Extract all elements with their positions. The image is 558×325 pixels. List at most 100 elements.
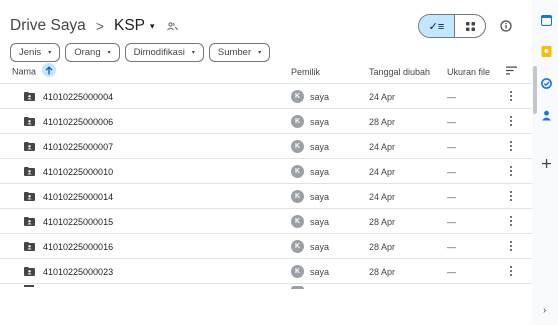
more-actions-button[interactable] — [507, 115, 515, 127]
avatar — [291, 286, 304, 289]
table-row[interactable]: 41010225000023 Ksaya 28 Apr — — [0, 259, 532, 284]
chevron-right-icon[interactable]: › — [543, 305, 546, 316]
keep-icon[interactable] — [541, 44, 552, 62]
file-list: 41010225000004 Ksaya 24 Apr —41010225000006… — [0, 84, 532, 284]
table-row[interactable]: 41010225000010 Ksaya 24 Apr — — [0, 159, 532, 184]
owner-cell: Ksaya — [291, 190, 329, 203]
breadcrumb-current-folder[interactable]: KSP — [114, 17, 145, 35]
more-actions-button[interactable] — [507, 165, 515, 177]
owner-cell: Ksaya — [291, 165, 329, 178]
add-icon[interactable] — [541, 156, 552, 174]
file-name[interactable]: 41010225000015 — [43, 217, 113, 227]
more-vert-icon — [509, 241, 513, 244]
more-vert-icon — [509, 216, 513, 219]
table-row[interactable]: 41010225000007 Ksaya 24 Apr — — [0, 134, 532, 159]
file-name[interactable]: 41010225000010 — [43, 167, 113, 177]
calendar-icon[interactable] — [540, 13, 553, 31]
name-column-header[interactable]: Nama — [12, 63, 56, 79]
file-size: — — [447, 217, 456, 227]
sort-ascending-button[interactable] — [41, 63, 56, 77]
file-name[interactable]: 41010225000006 — [43, 117, 113, 127]
more-actions-button[interactable] — [507, 215, 515, 227]
list-view-button[interactable]: ✓≡ — [419, 15, 455, 37]
file-size: — — [447, 92, 456, 102]
modified-date: 28 Apr — [369, 242, 396, 252]
chip-label: Sumber — [217, 47, 252, 58]
owner-cell: Ksaya — [291, 240, 329, 253]
modified-column-header[interactable]: Tanggal diubah — [369, 67, 430, 77]
owner-column-header[interactable]: Pemilik — [291, 67, 320, 77]
file-size: — — [447, 267, 456, 277]
avatar: K — [291, 165, 304, 178]
owner-name: saya — [310, 266, 330, 277]
file-size: — — [447, 242, 456, 252]
table-row-partial[interactable] — [0, 284, 532, 325]
avatar: K — [291, 215, 304, 228]
view-controls: ✓≡ — [418, 14, 516, 38]
modified-date: 28 Apr — [369, 267, 396, 277]
shared-folder-icon — [24, 167, 35, 178]
chip-label: Jenis — [19, 47, 42, 58]
owner-name: saya — [310, 116, 330, 127]
shared-folder-icon — [24, 142, 35, 153]
more-vert-icon — [509, 266, 513, 269]
more-vert-icon — [509, 191, 513, 194]
info-button[interactable] — [496, 16, 516, 36]
file-size: — — [447, 192, 456, 202]
chevron-down-icon: ▾ — [258, 50, 262, 56]
table-row[interactable]: 41010225000004 Ksaya 24 Apr — — [0, 84, 532, 109]
chip-label: Orang — [74, 47, 101, 58]
more-vert-icon — [509, 166, 513, 169]
chevron-down-icon[interactable]: ▾ — [150, 21, 155, 32]
shared-folder-icon — [24, 217, 35, 228]
file-size: — — [447, 167, 456, 177]
size-column-header[interactable]: Ukuran file — [447, 67, 490, 77]
header-bar: Drive Saya > KSP ▾ ✓≡ — [10, 8, 524, 44]
owner-name: saya — [310, 166, 330, 177]
file-name[interactable]: 41010225000014 — [43, 192, 113, 202]
grid-view-button[interactable] — [455, 15, 485, 37]
owner-cell: Ksaya — [291, 140, 329, 153]
more-vert-icon — [509, 141, 513, 144]
more-actions-button[interactable] — [507, 190, 515, 202]
owner-name: saya — [310, 191, 330, 202]
grid-icon — [465, 21, 475, 31]
owner-cell: Ksaya — [291, 215, 329, 228]
shared-folder-icon — [24, 192, 35, 203]
table-row[interactable]: 41010225000014 Ksaya 24 Apr — — [0, 184, 532, 209]
side-panel-rail: › — [537, 0, 558, 325]
avatar: K — [291, 90, 304, 103]
more-actions-button[interactable] — [507, 265, 515, 277]
breadcrumb-root[interactable]: Drive Saya — [10, 17, 86, 35]
sort-options-button[interactable] — [506, 66, 517, 77]
more-actions-button[interactable] — [507, 240, 515, 252]
chevron-down-icon: ▾ — [107, 50, 111, 56]
column-header-row: Nama Pemilik Tanggal diubah Ukuran file — [0, 60, 532, 84]
name-column-label: Nama — [12, 66, 37, 77]
shared-folder-icon — [24, 117, 35, 128]
file-size: — — [447, 117, 456, 127]
file-name[interactable]: 41010225000004 — [43, 92, 113, 102]
breadcrumb-separator: > — [95, 18, 104, 34]
modified-date: 28 Apr — [369, 117, 396, 127]
file-size: — — [447, 142, 456, 152]
file-name[interactable]: 41010225000016 — [43, 242, 113, 252]
drive-main-panel: Drive Saya > KSP ▾ ✓≡ Jenis ▾ Orang ▾ Di… — [0, 0, 532, 325]
more-actions-button[interactable] — [507, 140, 515, 152]
contacts-icon[interactable] — [541, 108, 552, 126]
tasks-icon[interactable] — [541, 76, 552, 94]
view-toggle: ✓≡ — [418, 14, 486, 38]
table-row[interactable]: 41010225000006 Ksaya 28 Apr — — [0, 109, 532, 134]
table-row[interactable]: 41010225000016 Ksaya 28 Apr — — [0, 234, 532, 259]
file-name[interactable]: 41010225000007 — [43, 142, 113, 152]
arrow-up-icon — [45, 65, 52, 74]
avatar: K — [291, 240, 304, 253]
shared-folder-icon — [24, 92, 35, 103]
file-name[interactable]: 41010225000023 — [43, 267, 113, 277]
shared-folder-icon — [166, 21, 178, 31]
modified-date: 24 Apr — [369, 142, 396, 152]
info-icon — [500, 20, 512, 32]
owner-cell: Ksaya — [291, 115, 329, 128]
table-row[interactable]: 41010225000015 Ksaya 28 Apr — — [0, 209, 532, 234]
more-actions-button[interactable] — [507, 90, 515, 102]
